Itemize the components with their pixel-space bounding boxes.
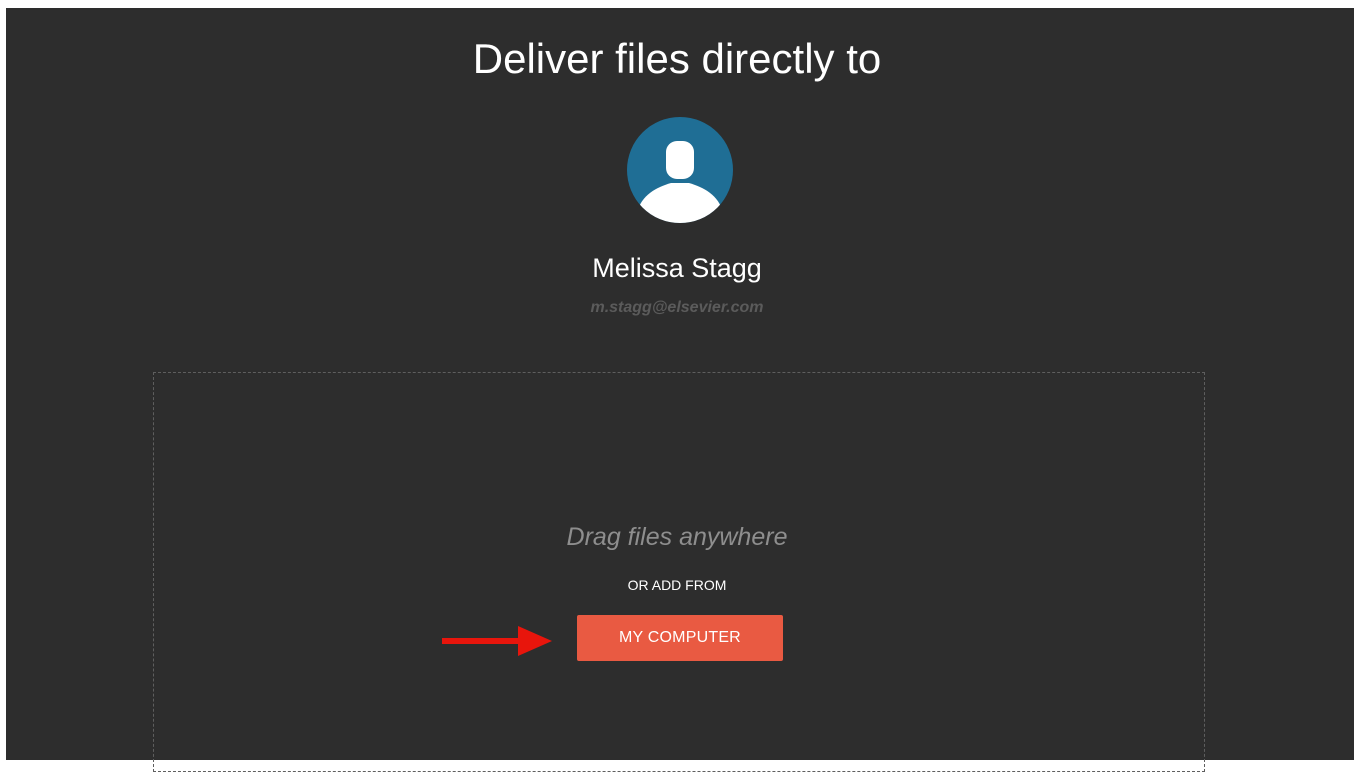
or-add-from-label: OR ADD FROM [627,577,727,593]
page-title: Deliver files directly to [472,35,882,82]
file-dropzone[interactable] [153,372,1205,772]
recipient-email: m.stagg@elsevier.com [590,299,764,316]
avatar [627,117,733,223]
user-silhouette-icon [637,141,723,223]
red-arrow-icon [442,626,552,656]
my-computer-button[interactable]: MY COMPUTER [577,615,783,661]
drag-files-hint: Drag files anywhere [566,523,788,551]
recipient-name: Melissa Stagg [592,253,762,283]
